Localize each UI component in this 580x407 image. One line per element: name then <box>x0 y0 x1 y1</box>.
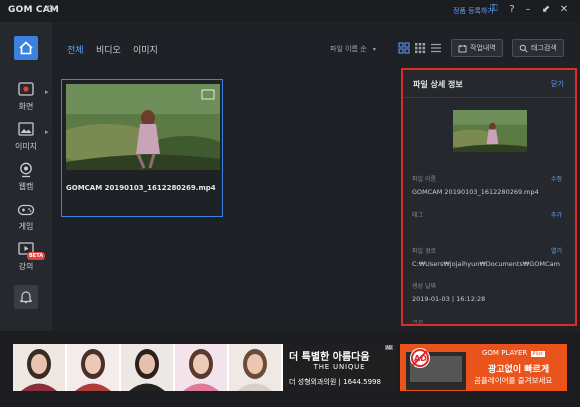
sidebar-item-image[interactable]: ▸ 이미지 <box>0 120 52 156</box>
minimize-button[interactable]: – <box>522 4 534 15</box>
chevron-down-icon: ▾ <box>372 46 376 53</box>
detail-header: 파일 상세 정보 닫기 <box>403 70 575 98</box>
sidebar-item-lecture[interactable]: BETA 강의 <box>0 240 52 276</box>
home-button[interactable] <box>14 36 38 60</box>
expand-arrow-icon: ▸ <box>45 88 49 96</box>
sidebar: ▸ 화면 ▸ 이미지 웹캠 게임 BETA 강의 <box>0 22 52 331</box>
list-view-icon[interactable] <box>430 42 442 54</box>
help-button[interactable]: ? <box>506 4 518 15</box>
ad-mark: AD <box>385 345 393 350</box>
file-detail-panel: 파일 상세 정보 닫기 파일 이름 수정 GOMCAM 20190103_161… <box>401 68 577 326</box>
add-tag-button[interactable]: 추가 <box>551 210 562 219</box>
player-screen-image: AD <box>406 348 466 390</box>
image-icon <box>18 122 34 136</box>
sidebar-item-label: 웹캠 <box>18 182 34 191</box>
edit-filename-button[interactable]: 수정 <box>551 174 562 183</box>
model-portrait-image <box>13 344 65 391</box>
webcam-icon <box>20 162 32 178</box>
filename-label: 파일 이름 <box>412 176 436 183</box>
model-portrait-image <box>229 344 281 391</box>
tab-image[interactable]: 이미지 <box>133 43 158 56</box>
large-grid-view-icon[interactable] <box>398 42 410 54</box>
clinic-ad-title: 더 특별한 아름다움 <box>289 352 370 363</box>
size-label: 크기 <box>412 320 424 326</box>
sidebar-item-label: 게임 <box>18 222 34 231</box>
sidebar-item-screen[interactable]: ▸ 화면 <box>0 80 52 116</box>
detail-close-button[interactable]: 닫기 <box>551 79 564 89</box>
open-path-button[interactable]: 열기 <box>551 246 562 255</box>
file-card[interactable]: GOMCAM 20190103_1612280269.mp4 <box>61 79 223 217</box>
game-scene-image <box>453 110 527 152</box>
detail-preview-thumbnail <box>453 110 527 152</box>
work-history-button[interactable]: 작업내역 <box>451 39 503 57</box>
created-date-label: 생성 날짜 <box>412 283 436 290</box>
close-button[interactable]: ✕ <box>558 4 570 15</box>
tab-all[interactable]: 전체 <box>67 43 84 56</box>
beta-badge: BETA <box>27 252 46 260</box>
sidebar-item-label: 화면 <box>18 102 34 111</box>
path-label: 파일 경로 <box>412 248 436 255</box>
expand-arrow-icon: ▸ <box>45 128 49 136</box>
gom-player-ad-line1: 광고없이 빠르게 <box>488 365 550 375</box>
model-portrait-image <box>67 344 119 391</box>
sidebar-item-label: 강의 <box>18 262 34 271</box>
tag-search-button[interactable]: 태그검색 <box>512 39 564 57</box>
path-value: C:₩Users₩jojaihyun₩Documents₩GOMCam <box>412 260 560 268</box>
gom-player-ad-banner[interactable]: AD GOM PLAYER Plus 광고없이 빠르게 곰플레이어를 즐겨보세요 <box>400 344 567 391</box>
home-icon <box>19 41 33 55</box>
ad-bar: 더 특별한 아름다움 THE UNIQUE 더 성형외과의원 | 1644.59… <box>0 331 580 407</box>
detail-title: 파일 상세 정보 <box>413 80 463 89</box>
model-portrait-image <box>121 344 173 391</box>
work-history-label: 작업내역 <box>470 44 496 52</box>
key-icon[interactable]: ⚿ <box>490 3 498 14</box>
restore-button[interactable]: ⬋ <box>540 4 552 15</box>
tab-video[interactable]: 비디오 <box>96 43 121 56</box>
video-thumbnail <box>66 84 220 170</box>
sidebar-item-game[interactable]: 게임 <box>0 200 52 236</box>
gom-player-ad-line2: 곰플레이어를 즐겨보세요 <box>474 376 553 385</box>
sort-dropdown-label: 파일 이름 순 <box>330 45 367 53</box>
clinic-ad-banner[interactable]: 더 특별한 아름다움 THE UNIQUE 더 성형외과의원 | 1644.59… <box>13 344 396 391</box>
title-bar: GOM CAM ⚙ 정품 등록하기 ⚿ ? – ⬋ ✕ <box>0 0 580 22</box>
gom-player-brand: GOM PLAYER Plus <box>482 349 545 357</box>
file-name: GOMCAM 20190103_1612280269.mp4 <box>66 184 216 192</box>
sidebar-item-label: 이미지 <box>14 142 38 151</box>
filename-value: GOMCAM 20190103_1612280269.mp4 <box>412 188 539 196</box>
settings-gear-icon[interactable]: ⚙ <box>46 4 55 15</box>
history-icon <box>458 44 467 52</box>
screen-record-icon <box>18 82 34 96</box>
search-icon <box>519 44 528 53</box>
game-scene-image <box>66 84 220 170</box>
notification-button[interactable] <box>14 285 38 309</box>
gamepad-icon <box>17 204 35 216</box>
clinic-ad-subtitle: THE UNIQUE <box>313 363 366 371</box>
register-license-link[interactable]: 정품 등록하기 <box>453 6 494 16</box>
clinic-ad-contact: 더 성형외과의원 | 1644.5998 <box>289 378 381 386</box>
sidebar-item-webcam[interactable]: 웹캠 <box>0 160 52 196</box>
bell-icon <box>20 291 32 304</box>
model-portrait-image <box>175 344 227 391</box>
clinic-ad-text: 더 특별한 아름다움 THE UNIQUE 더 성형외과의원 | 1644.59… <box>283 344 396 391</box>
sort-dropdown[interactable]: 파일 이름 순 ▾ <box>330 44 376 54</box>
small-grid-view-icon[interactable] <box>414 42 426 54</box>
created-date-value: 2019-01-03 | 16:12:28 <box>412 295 486 303</box>
tag-label: 태그 <box>412 212 424 219</box>
tag-search-label: 태그검색 <box>531 44 557 52</box>
